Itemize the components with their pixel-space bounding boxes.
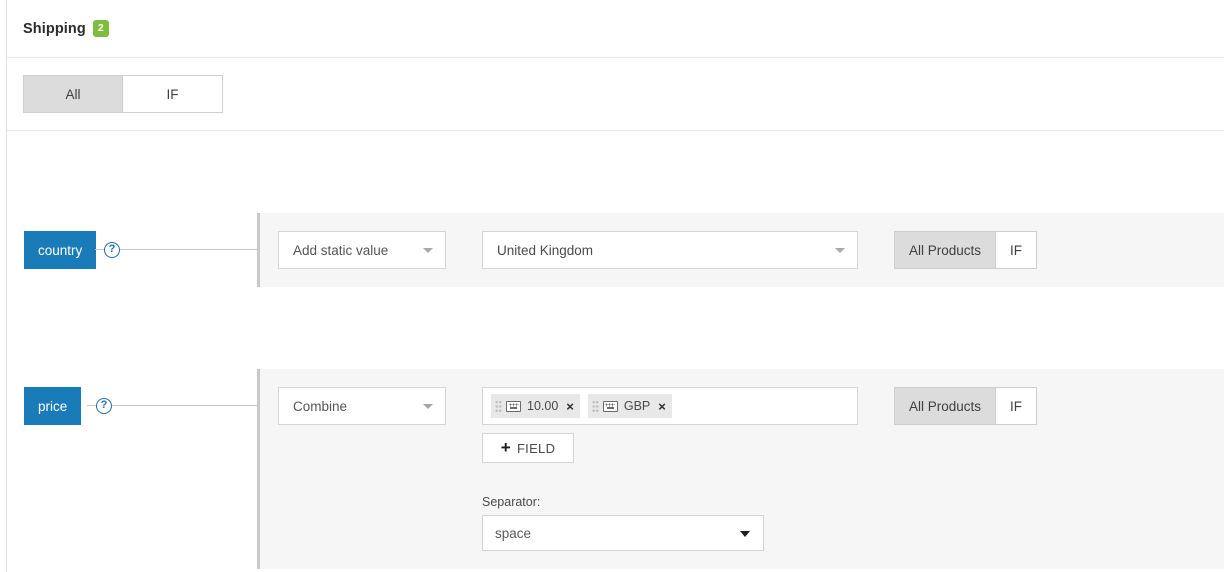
scope-if-country[interactable]: IF	[996, 231, 1037, 269]
add-field-button[interactable]: + FIELD	[482, 433, 574, 463]
scope-all-products-price[interactable]: All Products	[894, 387, 996, 425]
token-label: 10.00	[527, 399, 558, 413]
mapping-row-price: price ? Combine 10.00	[7, 369, 1224, 569]
drag-handle-icon[interactable]	[495, 400, 502, 413]
question-mark-circle-icon[interactable]: ?	[104, 242, 120, 258]
keyboard-icon	[506, 401, 521, 412]
value-select-country[interactable]: United Kingdom	[482, 231, 858, 269]
field-chip-price[interactable]: price	[24, 387, 81, 425]
drag-handle-icon[interactable]	[592, 400, 599, 413]
value-select-value: United Kingdom	[497, 243, 593, 258]
scope-group-price: All Products IF	[894, 387, 1037, 425]
token-label: GBP	[624, 399, 650, 413]
question-mark-circle-icon[interactable]: ?	[96, 398, 112, 414]
separator-select[interactable]: space	[482, 515, 764, 551]
separator-block: Separator: space	[482, 495, 858, 551]
mode-tab-group: All IF	[23, 75, 223, 113]
add-field-label: FIELD	[517, 441, 555, 456]
token-input-box[interactable]: 10.00 × GBP ×	[482, 387, 858, 425]
mode-tabs-row: All IF	[7, 58, 1224, 131]
row-controls-country: Add static value United Kingdom All Prod…	[278, 231, 1224, 269]
scope-group-country: All Products IF	[894, 231, 1037, 269]
row-label-column: country ?	[7, 213, 257, 287]
row-spacer-middle	[7, 287, 1224, 369]
close-icon[interactable]: ×	[566, 400, 574, 413]
chevron-down-icon	[740, 531, 750, 537]
row-panel-country: Add static value United Kingdom All Prod…	[257, 213, 1224, 287]
mapping-row-country: country ? Add static value United Kingdo…	[7, 213, 1224, 287]
row-spacer-top	[7, 131, 1224, 213]
scope-if-price[interactable]: IF	[996, 387, 1037, 425]
row-label-column: price ?	[7, 369, 257, 443]
combine-value-column: 10.00 × GBP × + FI	[482, 387, 858, 551]
close-icon[interactable]: ×	[658, 400, 666, 413]
tab-all[interactable]: All	[23, 75, 123, 113]
keyboard-icon	[603, 401, 618, 412]
plus-icon: +	[501, 439, 511, 456]
operation-select-value: Add static value	[293, 243, 388, 258]
token-item[interactable]: 10.00 ×	[491, 394, 580, 418]
connector-line	[87, 405, 257, 406]
page-title-text: Shipping	[23, 21, 86, 37]
chevron-down-icon	[423, 248, 433, 253]
page-title: Shipping 2	[23, 20, 109, 38]
token-item[interactable]: GBP ×	[588, 394, 672, 418]
separator-label: Separator:	[482, 495, 858, 509]
separator-select-value: space	[495, 526, 531, 541]
operation-select-price[interactable]: Combine	[278, 387, 446, 425]
tab-if[interactable]: IF	[123, 75, 223, 113]
scope-all-products-country[interactable]: All Products	[894, 231, 996, 269]
row-controls-price: Combine 10.00 ×	[278, 387, 1224, 551]
operation-select-value: Combine	[293, 399, 347, 414]
chevron-down-icon	[835, 248, 845, 253]
panel-header: Shipping 2	[7, 0, 1224, 58]
operation-select-country[interactable]: Add static value	[278, 231, 446, 269]
field-chip-country[interactable]: country	[24, 231, 96, 269]
status-badge: 2	[93, 20, 109, 38]
chevron-down-icon	[423, 404, 433, 409]
row-panel-price: Combine 10.00 ×	[257, 369, 1224, 569]
mapping-panel: Shipping 2 All IF country ? Add static va…	[6, 0, 1224, 572]
mapping-rows: country ? Add static value United Kingdo…	[7, 131, 1224, 569]
